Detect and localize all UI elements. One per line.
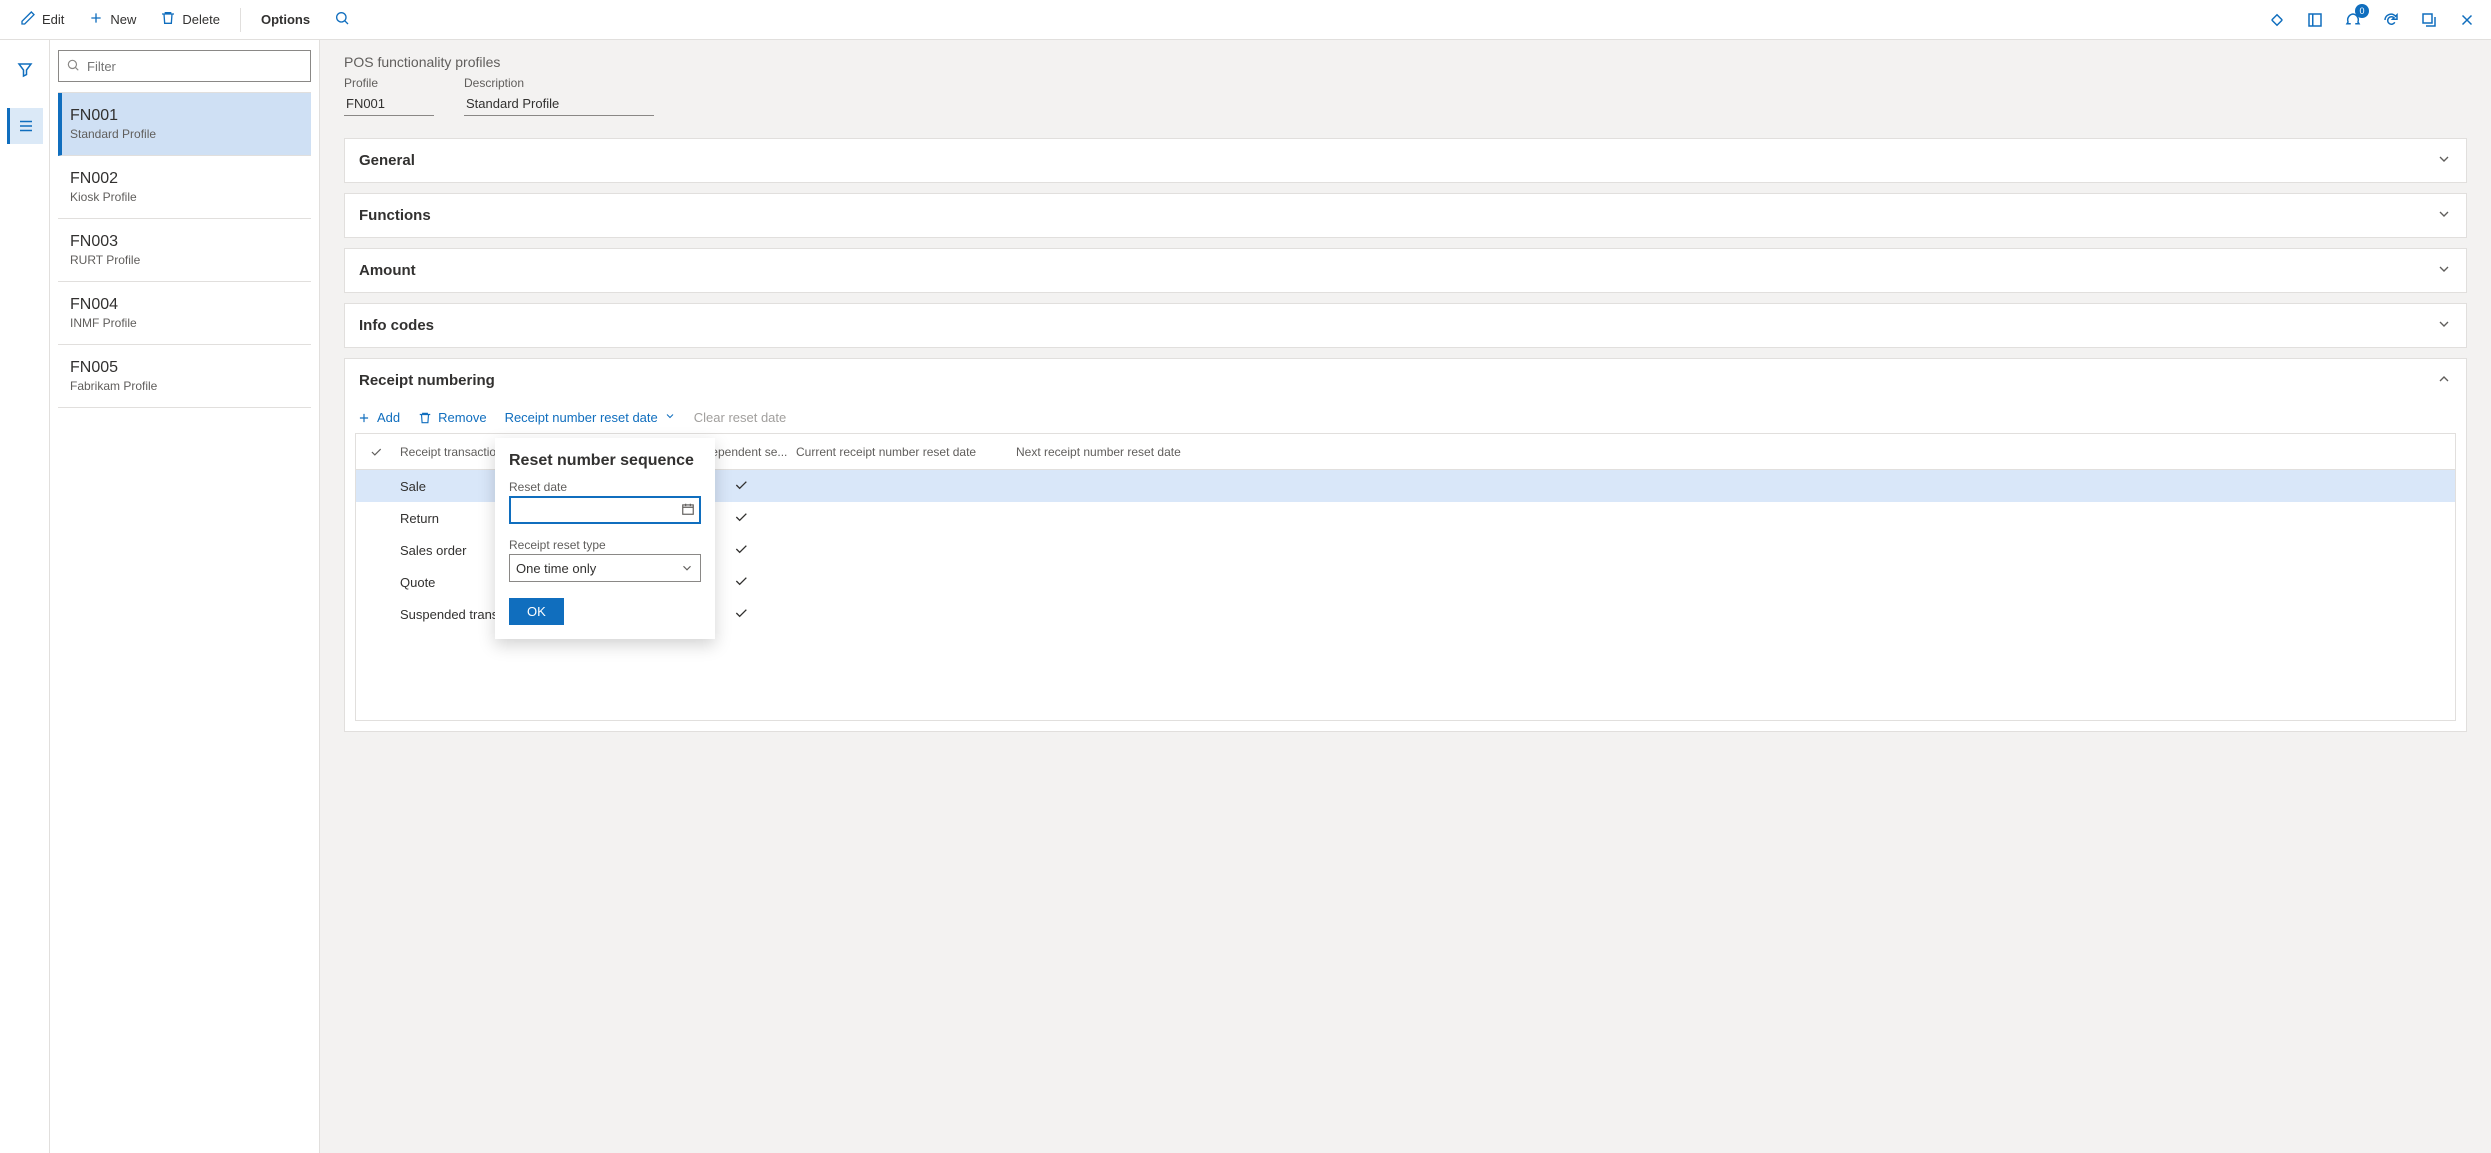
fasttab-info-codes[interactable]: Info codes xyxy=(344,303,2467,348)
description-value[interactable]: Standard Profile xyxy=(464,92,654,116)
select-all-checkbox[interactable] xyxy=(356,445,396,459)
ok-button[interactable]: OK xyxy=(509,598,564,625)
edit-button[interactable]: Edit xyxy=(10,0,74,40)
profile-code: FN004 xyxy=(70,296,299,314)
profile-item-fn003[interactable]: FN003 RURT Profile xyxy=(58,219,311,282)
trash-icon xyxy=(160,10,176,29)
filter-search-icon xyxy=(66,58,80,75)
chevron-down-icon xyxy=(680,561,694,578)
content-area: POS functionality profiles Profile FN001… xyxy=(320,40,2491,1153)
reset-date-label: Reset date xyxy=(509,480,701,494)
profile-field: Profile FN001 xyxy=(344,76,434,116)
remove-label: Remove xyxy=(438,410,486,425)
new-button[interactable]: New xyxy=(78,0,146,40)
profile-value[interactable]: FN001 xyxy=(344,92,434,116)
fasttab-general[interactable]: General xyxy=(344,138,2467,183)
page-title: POS functionality profiles xyxy=(344,54,2467,70)
chevron-down-icon xyxy=(2436,206,2452,225)
profile-code: FN001 xyxy=(70,107,299,125)
profile-code: FN002 xyxy=(70,170,299,188)
clear-reset-button: Clear reset date xyxy=(694,410,787,425)
ft-receipt-title: Receipt numbering xyxy=(359,372,495,389)
reset-date-label: Receipt number reset date xyxy=(505,410,658,425)
chevron-down-icon xyxy=(2436,316,2452,335)
refresh-icon[interactable] xyxy=(2377,6,2405,34)
reset-type-label: Receipt reset type xyxy=(509,538,701,552)
options-button[interactable]: Options xyxy=(251,0,320,40)
remove-button[interactable]: Remove xyxy=(418,410,486,425)
delete-label: Delete xyxy=(182,12,220,27)
profile-code: FN005 xyxy=(70,359,299,377)
profile-list: FN001 Standard Profile FN002 Kiosk Profi… xyxy=(58,92,311,408)
profile-item-fn005[interactable]: FN005 Fabrikam Profile xyxy=(58,345,311,408)
fasttab-amount[interactable]: Amount xyxy=(344,248,2467,293)
pencil-icon xyxy=(20,10,36,29)
reset-date-field xyxy=(509,496,701,524)
notification-badge: 0 xyxy=(2355,4,2369,18)
topbar-left: Edit New Delete Options xyxy=(10,0,360,40)
profile-desc: INMF Profile xyxy=(70,316,299,330)
profile-item-fn004[interactable]: FN004 INMF Profile xyxy=(58,282,311,345)
options-label: Options xyxy=(261,12,310,27)
filter-wrap xyxy=(58,50,311,82)
col-next[interactable]: Next receipt number reset date xyxy=(1016,445,1236,459)
left-rail xyxy=(0,40,50,1153)
attach-icon[interactable] xyxy=(2263,6,2291,34)
add-button[interactable]: Add xyxy=(357,410,400,425)
edit-label: Edit xyxy=(42,12,64,27)
chevron-down-icon xyxy=(664,410,676,425)
grid-empty-space xyxy=(356,630,2455,720)
ft-general-title: General xyxy=(359,152,415,169)
chevron-down-icon xyxy=(2436,261,2452,280)
new-label: New xyxy=(110,12,136,27)
ft-infocodes-title: Info codes xyxy=(359,317,434,334)
ft-functions-title: Functions xyxy=(359,207,431,224)
profile-desc: Fabrikam Profile xyxy=(70,379,299,393)
reset-date-dropdown[interactable]: Receipt number reset date xyxy=(505,410,676,425)
profile-item-fn002[interactable]: FN002 Kiosk Profile xyxy=(58,156,311,219)
profile-desc: Standard Profile xyxy=(70,127,299,141)
delete-button[interactable]: Delete xyxy=(150,0,230,40)
grid-actions: Add Remove Receipt number reset date Cle… xyxy=(345,402,2466,433)
separator xyxy=(240,8,241,32)
reset-sequence-popup: Reset number sequence Reset date Receipt… xyxy=(495,438,715,639)
notification-icon[interactable]: 0 xyxy=(2339,6,2367,34)
reset-type-value: One time only xyxy=(516,561,596,576)
fasttab-receipt-numbering: Receipt numbering Add Remove Receipt num… xyxy=(344,358,2467,732)
calendar-icon[interactable] xyxy=(681,502,695,519)
list-rail-button[interactable] xyxy=(7,108,43,144)
profile-label: Profile xyxy=(344,76,434,90)
search-button[interactable] xyxy=(324,0,360,40)
chevron-up-icon xyxy=(2436,371,2452,390)
fasttab-functions[interactable]: Functions xyxy=(344,193,2467,238)
popup-title: Reset number sequence xyxy=(509,452,701,470)
col-current[interactable]: Current receipt number reset date xyxy=(796,445,1016,459)
clear-reset-label: Clear reset date xyxy=(694,410,787,425)
filter-input[interactable] xyxy=(58,50,311,82)
add-label: Add xyxy=(377,410,400,425)
office-icon[interactable] xyxy=(2301,6,2329,34)
description-field: Description Standard Profile xyxy=(464,76,654,116)
reset-date-input[interactable] xyxy=(509,496,701,524)
ft-receipt-body: Add Remove Receipt number reset date Cle… xyxy=(345,402,2466,731)
profile-list-pane: FN001 Standard Profile FN002 Kiosk Profi… xyxy=(50,40,320,1153)
ft-amount-title: Amount xyxy=(359,262,416,279)
profile-desc: RURT Profile xyxy=(70,253,299,267)
chevron-down-icon xyxy=(2436,151,2452,170)
filter-rail-button[interactable] xyxy=(7,52,43,88)
popout-icon[interactable] xyxy=(2415,6,2443,34)
reset-type-select[interactable]: One time only xyxy=(509,554,701,582)
top-action-bar: Edit New Delete Options 0 xyxy=(0,0,2491,40)
ft-receipt-header[interactable]: Receipt numbering xyxy=(345,359,2466,402)
close-icon[interactable] xyxy=(2453,6,2481,34)
topbar-right: 0 xyxy=(2263,6,2481,34)
profile-code: FN003 xyxy=(70,233,299,251)
profile-item-fn001[interactable]: FN001 Standard Profile xyxy=(58,93,311,156)
main-layout: FN001 Standard Profile FN002 Kiosk Profi… xyxy=(0,40,2491,1153)
search-icon xyxy=(334,10,350,29)
description-label: Description xyxy=(464,76,654,90)
plus-icon xyxy=(88,10,104,29)
header-fields: Profile FN001 Description Standard Profi… xyxy=(344,76,2467,116)
profile-desc: Kiosk Profile xyxy=(70,190,299,204)
